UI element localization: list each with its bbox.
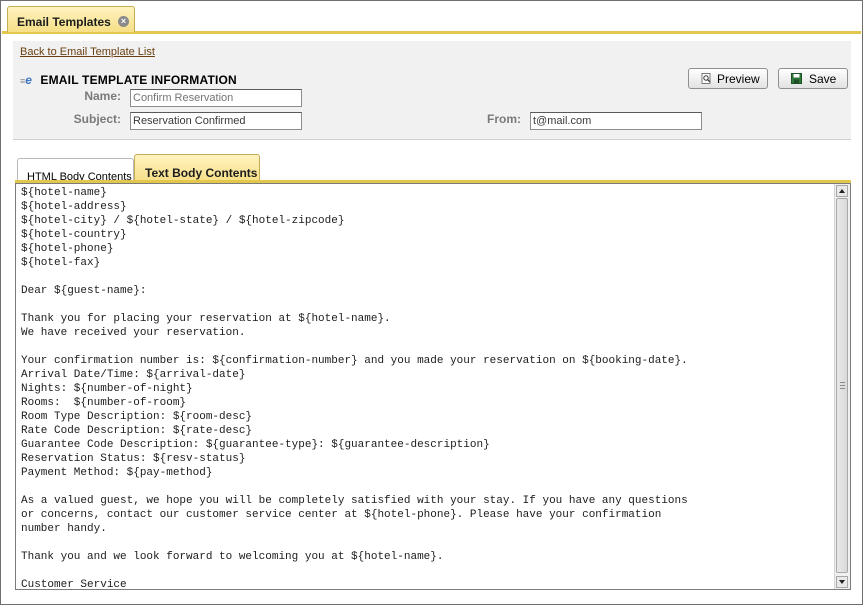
back-to-list-link[interactable]: Back to Email Template List xyxy=(20,46,155,58)
close-icon[interactable]: × xyxy=(118,16,129,27)
text-body-editor[interactable]: ${hotel-name} ${hotel-address} ${hotel-c… xyxy=(15,183,851,590)
save-label: Save xyxy=(809,72,837,86)
scroll-thumb[interactable] xyxy=(836,198,848,573)
template-info-panel: Back to Email Template List ≡e EMAIL TEM… xyxy=(13,41,851,140)
subject-label: Subject: xyxy=(73,112,121,126)
app-window: Email Templates × Back to Email Template… xyxy=(0,0,863,605)
subject-field[interactable] xyxy=(130,112,302,130)
grip-line xyxy=(840,382,845,383)
tab-text-body-contents[interactable]: Text Body Contents xyxy=(134,154,260,182)
name-field[interactable] xyxy=(130,89,302,107)
section-header: ≡e EMAIL TEMPLATE INFORMATION xyxy=(20,71,237,89)
grip-line xyxy=(840,385,845,386)
tab-email-templates-label: Email Templates xyxy=(17,15,111,29)
tab-text-body-label: Text Body Contents xyxy=(145,166,258,180)
scroll-up-arrow-icon[interactable] xyxy=(836,185,848,197)
preview-button[interactable]: Preview xyxy=(688,68,768,89)
tab-html-body-contents[interactable]: HTML Body Contents xyxy=(17,158,134,182)
email-template-icon: ≡e xyxy=(20,73,32,87)
top-tab-strip: Email Templates × xyxy=(2,2,861,34)
scroll-down-arrow-icon[interactable] xyxy=(836,576,848,588)
grip-line xyxy=(840,388,845,389)
tab-email-templates[interactable]: Email Templates × xyxy=(7,6,135,32)
preview-label: Preview xyxy=(717,72,760,86)
floppy-disk-icon xyxy=(791,73,802,84)
vertical-scrollbar[interactable] xyxy=(834,184,850,589)
from-label: From: xyxy=(487,112,521,126)
section-title: EMAIL TEMPLATE INFORMATION xyxy=(40,73,237,87)
name-label: Name: xyxy=(84,89,121,103)
text-body-content[interactable]: ${hotel-name} ${hotel-address} ${hotel-c… xyxy=(21,186,833,589)
preview-icon xyxy=(701,73,711,84)
from-field[interactable] xyxy=(530,112,702,130)
save-button[interactable]: Save xyxy=(778,68,848,89)
